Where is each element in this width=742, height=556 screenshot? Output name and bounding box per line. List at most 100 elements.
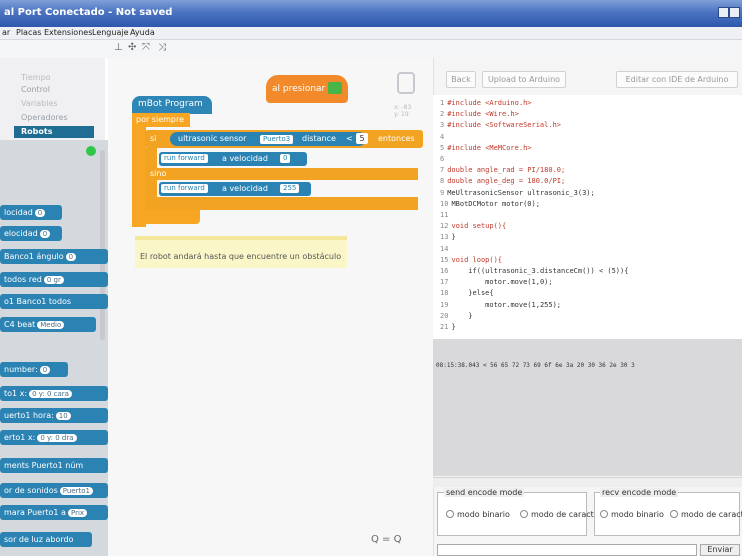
line-number: 19 — [440, 300, 449, 309]
category-time[interactable]: Tiempo — [14, 72, 94, 84]
code-line: 19 motor.move(1,255); — [440, 301, 561, 309]
serial-send-input[interactable] — [437, 544, 697, 556]
coord-y: y: 19 — [394, 111, 409, 118]
palette-block[interactable]: o1 Banco1 todos — [0, 294, 108, 309]
code-line: 20 } — [440, 312, 473, 320]
category-operators[interactable]: Operadores — [14, 112, 94, 124]
menu-item-language[interactable]: Lenguaje — [92, 28, 129, 37]
palette-block[interactable]: locidad 0 — [0, 205, 62, 220]
radio-icon — [446, 510, 454, 518]
edit-with-ide-button[interactable]: Editar con IDE de Arduino — [616, 71, 738, 88]
menu-item-boards[interactable]: Placas — [16, 28, 41, 37]
shrink-icon[interactable]: ⤨ — [158, 42, 166, 53]
code-line: 17 motor.move(1,0); — [440, 278, 553, 286]
palette-block[interactable]: C4 beat Medio — [0, 317, 96, 332]
palette-block[interactable]: elocidad 0 — [0, 226, 62, 241]
code-text: } — [451, 233, 456, 242]
code-text: #include <Wire.h> — [447, 110, 519, 119]
line-number: 21 — [440, 323, 449, 331]
line-number: 1 — [440, 99, 445, 107]
code-text: } — [451, 311, 473, 320]
category-control[interactable]: Control — [14, 84, 94, 96]
code-text: }else{ — [451, 289, 494, 298]
line-number: 6 — [440, 155, 445, 163]
palette-block[interactable]: mara Puerto1 a Prix — [0, 505, 108, 520]
forever-foot — [132, 210, 200, 224]
recv-binary-option[interactable]: modo binario — [600, 510, 664, 519]
line-number: 14 — [440, 244, 449, 253]
compare-operator: < — [346, 134, 353, 143]
upload-button[interactable]: Upload to Arduino — [482, 71, 566, 88]
hat-label: al presionar — [272, 84, 326, 94]
toolbar — [0, 40, 742, 58]
recv-char-option[interactable]: modo de caracteres — [670, 510, 742, 519]
minimize-icon[interactable] — [718, 7, 729, 18]
connection-status-icon — [86, 146, 96, 156]
speed-label: a velocidad — [222, 184, 268, 193]
palette-block[interactable]: number: 0 — [0, 362, 68, 377]
palette-block[interactable]: Banco1 ángulo 0 — [0, 249, 108, 264]
send-button[interactable]: Enviar — [700, 544, 740, 556]
sprite-icon[interactable] — [397, 72, 415, 94]
send-binary-option[interactable]: modo binario — [446, 510, 510, 519]
recv-mode-title: recv encode mode — [600, 488, 679, 497]
serial-scrollbar[interactable] — [433, 477, 742, 487]
code-text: #include <MeMCore.h> — [447, 143, 532, 152]
menu-item-file[interactable]: ar — [2, 28, 10, 37]
palette-block[interactable]: erto1 x: 0 y: 0 dra — [0, 430, 108, 445]
cut-icon[interactable]: ✣ — [128, 42, 136, 53]
motor-speed-dropdown[interactable]: 255 — [280, 184, 300, 193]
title-bar: al Port Conectado - Not saved — [0, 0, 742, 27]
line-number: 17 — [440, 278, 449, 287]
menu-item-extensions[interactable]: Extensiones — [44, 28, 92, 37]
serial-output: 08:15:38.043 < 56 65 72 73 69 6f 6e 3a 2… — [436, 362, 635, 369]
compare-value-input[interactable]: 5 — [356, 133, 368, 144]
palette-block[interactable]: to1 x: 0 y: 0 cara — [0, 386, 108, 401]
app-window: al Port Conectado - Not saved ar Placas … — [0, 0, 742, 556]
grow-icon[interactable]: ⤧ — [142, 42, 150, 53]
code-line: 1 #include <Arduino.h> — [440, 99, 532, 107]
code-line: 11 — [440, 211, 451, 219]
comment-text: El robot andará hasta que encuentre un o… — [140, 252, 342, 261]
window-title: al Port Conectado - Not saved — [4, 7, 173, 18]
sensor-port-dropdown[interactable]: Puerto3 — [260, 135, 294, 144]
code-line: 18 }else{ — [440, 289, 494, 297]
palette-block[interactable]: ments Puerto1 núm — [0, 458, 108, 473]
code-text: #include <SoftwareSerial.h> — [447, 121, 562, 130]
line-number: 18 — [440, 289, 449, 298]
code-text: if((ultrasonic_3.distanceCm()) < (5)){ — [451, 267, 629, 275]
palette-block[interactable]: todos red 0 gr — [0, 272, 108, 287]
category-robots[interactable]: Robots — [14, 126, 94, 138]
motor-speed-dropdown[interactable]: 0 — [280, 154, 291, 163]
line-number: 20 — [440, 311, 449, 320]
code-text: double angle_deg = 180.0/PI; — [447, 177, 566, 186]
program-label: mBot Program — [138, 99, 203, 109]
palette-scrollbar[interactable] — [100, 150, 105, 340]
line-number: 13 — [440, 233, 449, 242]
line-number: 11 — [440, 211, 449, 219]
coord-x: x: -83 — [394, 104, 412, 111]
green-flag-icon — [328, 82, 342, 94]
palette-block[interactable]: or de sonidos Puerto1 — [0, 483, 108, 498]
menu-item-help[interactable]: Ayuda — [130, 28, 155, 37]
code-text: void setup(){ — [451, 222, 507, 231]
palette-block[interactable]: uerto1 hora: 10 — [0, 408, 108, 423]
code-line: 10 MBotDCMotor motor(0); — [440, 200, 540, 208]
motor-direction-dropdown[interactable]: run forward — [161, 154, 208, 163]
speed-label: a velocidad — [222, 154, 268, 163]
line-number: 15 — [440, 255, 449, 264]
stamp-icon[interactable]: ⊥ — [114, 42, 123, 53]
radio-icon — [600, 510, 608, 518]
code-line: 21} — [440, 323, 456, 331]
code-line: 2 #include <Wire.h> — [440, 110, 519, 118]
palette-block[interactable]: sor de luz abordo — [0, 532, 92, 547]
back-button[interactable]: Back — [446, 71, 476, 88]
maximize-icon[interactable] — [729, 7, 740, 18]
code-line: 8 double angle_deg = 180.0/PI; — [440, 177, 565, 185]
motor-direction-dropdown[interactable]: run forward — [161, 184, 208, 193]
forever-label: por siempre — [136, 115, 185, 124]
zoom-controls[interactable]: Q = Q — [371, 534, 401, 545]
code-text: void loop(){ — [451, 255, 503, 264]
category-variables[interactable]: Variables — [14, 98, 94, 110]
code-line: 16 if((ultrasonic_3.distanceCm()) < (5))… — [440, 267, 628, 275]
